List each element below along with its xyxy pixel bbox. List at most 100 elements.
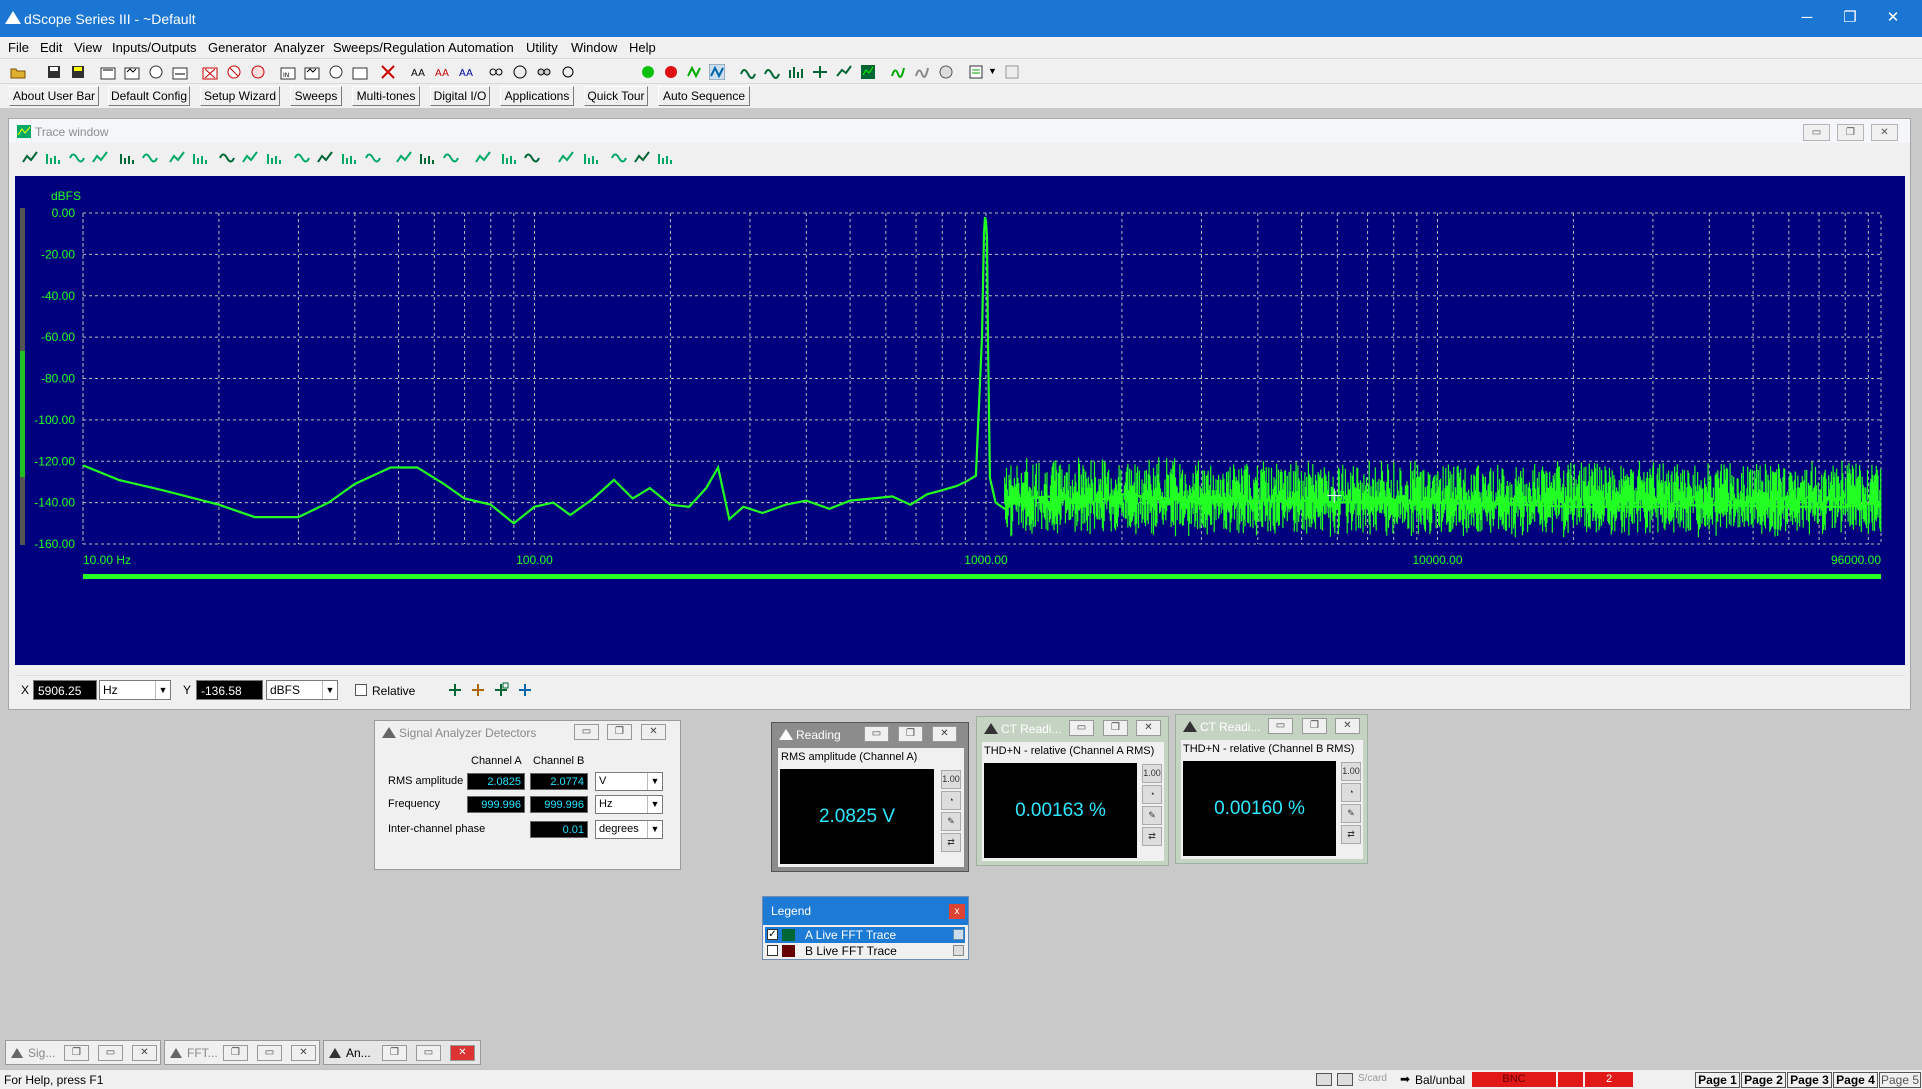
trace-2-icon[interactable] xyxy=(764,64,780,80)
trace-close-button[interactable]: ✕ xyxy=(1871,124,1898,141)
trace-icon[interactable] xyxy=(740,64,756,80)
close-button[interactable]: ✕ xyxy=(291,1045,316,1061)
trace-tool-21-icon[interactable] xyxy=(524,150,540,166)
numeric-display-icon[interactable]: 1.00 xyxy=(941,770,961,789)
legend-a-properties-icon[interactable] xyxy=(953,929,964,940)
script-2-icon[interactable] xyxy=(914,64,930,80)
trace-tool-1-icon[interactable] xyxy=(22,150,38,166)
menu-analyzer[interactable]: Analyzer xyxy=(274,40,325,55)
ct-a-restore-button[interactable]: ❐ xyxy=(1103,720,1128,736)
menu-automation[interactable]: Automation xyxy=(448,40,514,55)
minimized-window-sig[interactable]: Sig... ❐ ▭ ✕ xyxy=(5,1040,161,1065)
script-3-icon[interactable] xyxy=(938,64,954,80)
dial-icon[interactable]: ◔ xyxy=(941,791,961,810)
menu-inputs-outputs[interactable]: Inputs/Outputs xyxy=(112,40,197,55)
trace-4-icon[interactable] xyxy=(812,64,828,80)
ct-a-close-button[interactable]: ✕ xyxy=(1136,720,1161,736)
y-cursor-value[interactable]: -136.58 xyxy=(196,680,263,700)
maximize-button[interactable]: ▭ xyxy=(257,1045,282,1061)
menu-view[interactable]: View xyxy=(74,40,102,55)
generator-out-icon[interactable] xyxy=(100,64,116,80)
mute-3-icon[interactable] xyxy=(250,64,266,80)
ct-a-minimize-button[interactable]: ▭ xyxy=(1069,720,1094,736)
trace-tool-8-icon[interactable] xyxy=(192,150,208,166)
sa-minimize-button[interactable]: ▭ xyxy=(574,724,599,740)
ct-reading-a-titlebar[interactable]: CT Readi... ▭ ❐ ✕ xyxy=(977,717,1168,739)
restore-button[interactable]: ❐ xyxy=(223,1045,248,1061)
trace-tool-10-icon[interactable] xyxy=(242,150,258,166)
trace-tool-6-icon[interactable] xyxy=(142,150,158,166)
trace-tool-13-icon[interactable] xyxy=(317,150,333,166)
minimized-window-fft[interactable]: FFT... ❐ ▭ ✕ xyxy=(164,1040,320,1065)
save-as-icon[interactable] xyxy=(70,64,86,80)
page-4-tab[interactable]: Page 4 xyxy=(1833,1072,1878,1088)
input-4-icon[interactable] xyxy=(352,64,368,80)
multi-tones-button[interactable]: Multi-tones xyxy=(352,86,420,106)
reading-close-button[interactable]: ✕ xyxy=(932,726,957,742)
input-icon[interactable]: IN xyxy=(280,64,296,80)
minimize-button[interactable]: ─ xyxy=(1793,7,1821,29)
frequency-unit-select[interactable]: Hz ▼ xyxy=(595,795,663,814)
legend-b-properties-icon[interactable] xyxy=(953,945,964,956)
legend-close-button[interactable]: x xyxy=(949,904,965,919)
trace-tool-3-icon[interactable] xyxy=(69,150,85,166)
edit-settings-icon[interactable]: ✎ xyxy=(1142,806,1162,825)
x-cursor-value[interactable]: 5906.25 xyxy=(33,680,97,700)
swap-icon[interactable]: ⇄ xyxy=(941,833,961,852)
trace-tool-9-icon[interactable] xyxy=(219,150,235,166)
trace-tool-17-icon[interactable] xyxy=(419,150,435,166)
restore-button[interactable]: ❐ xyxy=(64,1045,89,1061)
trace-tool-16-icon[interactable] xyxy=(396,150,412,166)
trace-tool-18-icon[interactable] xyxy=(443,150,459,166)
sweep-active-icon[interactable] xyxy=(709,64,725,80)
trace-tool-25-icon[interactable] xyxy=(634,150,650,166)
page-5-tab[interactable]: Page 5 xyxy=(1879,1072,1921,1088)
fft-plot[interactable]: dBFS 0.00 -20.00 -40.00 -60.00 -80.00 -100.00 -… xyxy=(15,176,1905,665)
menu-file[interactable]: File xyxy=(8,40,29,55)
run-green-icon[interactable] xyxy=(640,64,656,80)
legend-item-a[interactable]: ✓ A Live FFT Trace xyxy=(765,927,965,943)
trace-tool-4-icon[interactable] xyxy=(92,150,108,166)
mute-icon[interactable] xyxy=(202,64,218,80)
edit-settings-icon[interactable]: ✎ xyxy=(1341,804,1361,823)
ct-reading-b-titlebar[interactable]: CT Readi... ▭ ❐ ✕ xyxy=(1176,715,1367,737)
close-button[interactable]: ✕ xyxy=(1879,7,1907,29)
cursor-snap-icon[interactable] xyxy=(517,682,533,698)
input-2-icon[interactable] xyxy=(304,64,320,80)
sa-restore-button[interactable]: ❐ xyxy=(607,724,632,740)
about-user-bar-button[interactable]: About User Bar xyxy=(9,86,99,106)
trace-3-icon[interactable] xyxy=(788,64,804,80)
trace-tool-22-icon[interactable] xyxy=(558,150,574,166)
ct-b-minimize-button[interactable]: ▭ xyxy=(1268,718,1293,734)
fft-plot-svg[interactable]: dBFS 0.00 -20.00 -40.00 -60.00 -80.00 -100.00 -… xyxy=(15,176,1905,665)
edit-settings-icon[interactable]: ✎ xyxy=(941,812,961,831)
restore-button[interactable]: ❐ xyxy=(382,1045,407,1061)
trace-6-icon[interactable] xyxy=(860,64,876,80)
ct-b-close-button[interactable]: ✕ xyxy=(1335,718,1360,734)
analyzer-2-icon[interactable]: AA xyxy=(434,64,450,80)
sa-close-button[interactable]: ✕ xyxy=(641,724,666,740)
page-1-tab[interactable]: Page 1 xyxy=(1695,1072,1740,1088)
legend-a-checkbox[interactable]: ✓ xyxy=(767,929,778,940)
record-red-icon[interactable] xyxy=(663,64,679,80)
config-2-icon[interactable] xyxy=(1004,64,1020,80)
legend-titlebar[interactable]: Legend x xyxy=(763,897,968,925)
generator-out-4-icon[interactable] xyxy=(172,64,188,80)
detector-3-icon[interactable] xyxy=(560,64,576,80)
stop-icon[interactable] xyxy=(380,64,396,80)
menu-generator[interactable]: Generator xyxy=(208,40,267,55)
phase-unit-select[interactable]: degrees ▼ xyxy=(595,820,663,839)
applications-button[interactable]: Applications xyxy=(500,86,574,106)
reading-minimize-button[interactable]: ▭ xyxy=(864,726,889,742)
scope-icon[interactable] xyxy=(512,64,528,80)
trace-restore-button[interactable]: ❐ xyxy=(1837,124,1864,141)
menu-window[interactable]: Window xyxy=(571,40,617,55)
maximize-button[interactable]: ▭ xyxy=(98,1045,123,1061)
close-button[interactable]: ✕ xyxy=(132,1045,157,1061)
sweeps-button[interactable]: Sweeps xyxy=(290,86,342,106)
analyzer-icon[interactable]: AA xyxy=(410,64,426,80)
detector-2-icon[interactable] xyxy=(536,64,552,80)
save-icon[interactable] xyxy=(46,64,62,80)
ct-b-restore-button[interactable]: ❐ xyxy=(1302,718,1327,734)
digital-io-button[interactable]: Digital I/O xyxy=(430,86,490,106)
